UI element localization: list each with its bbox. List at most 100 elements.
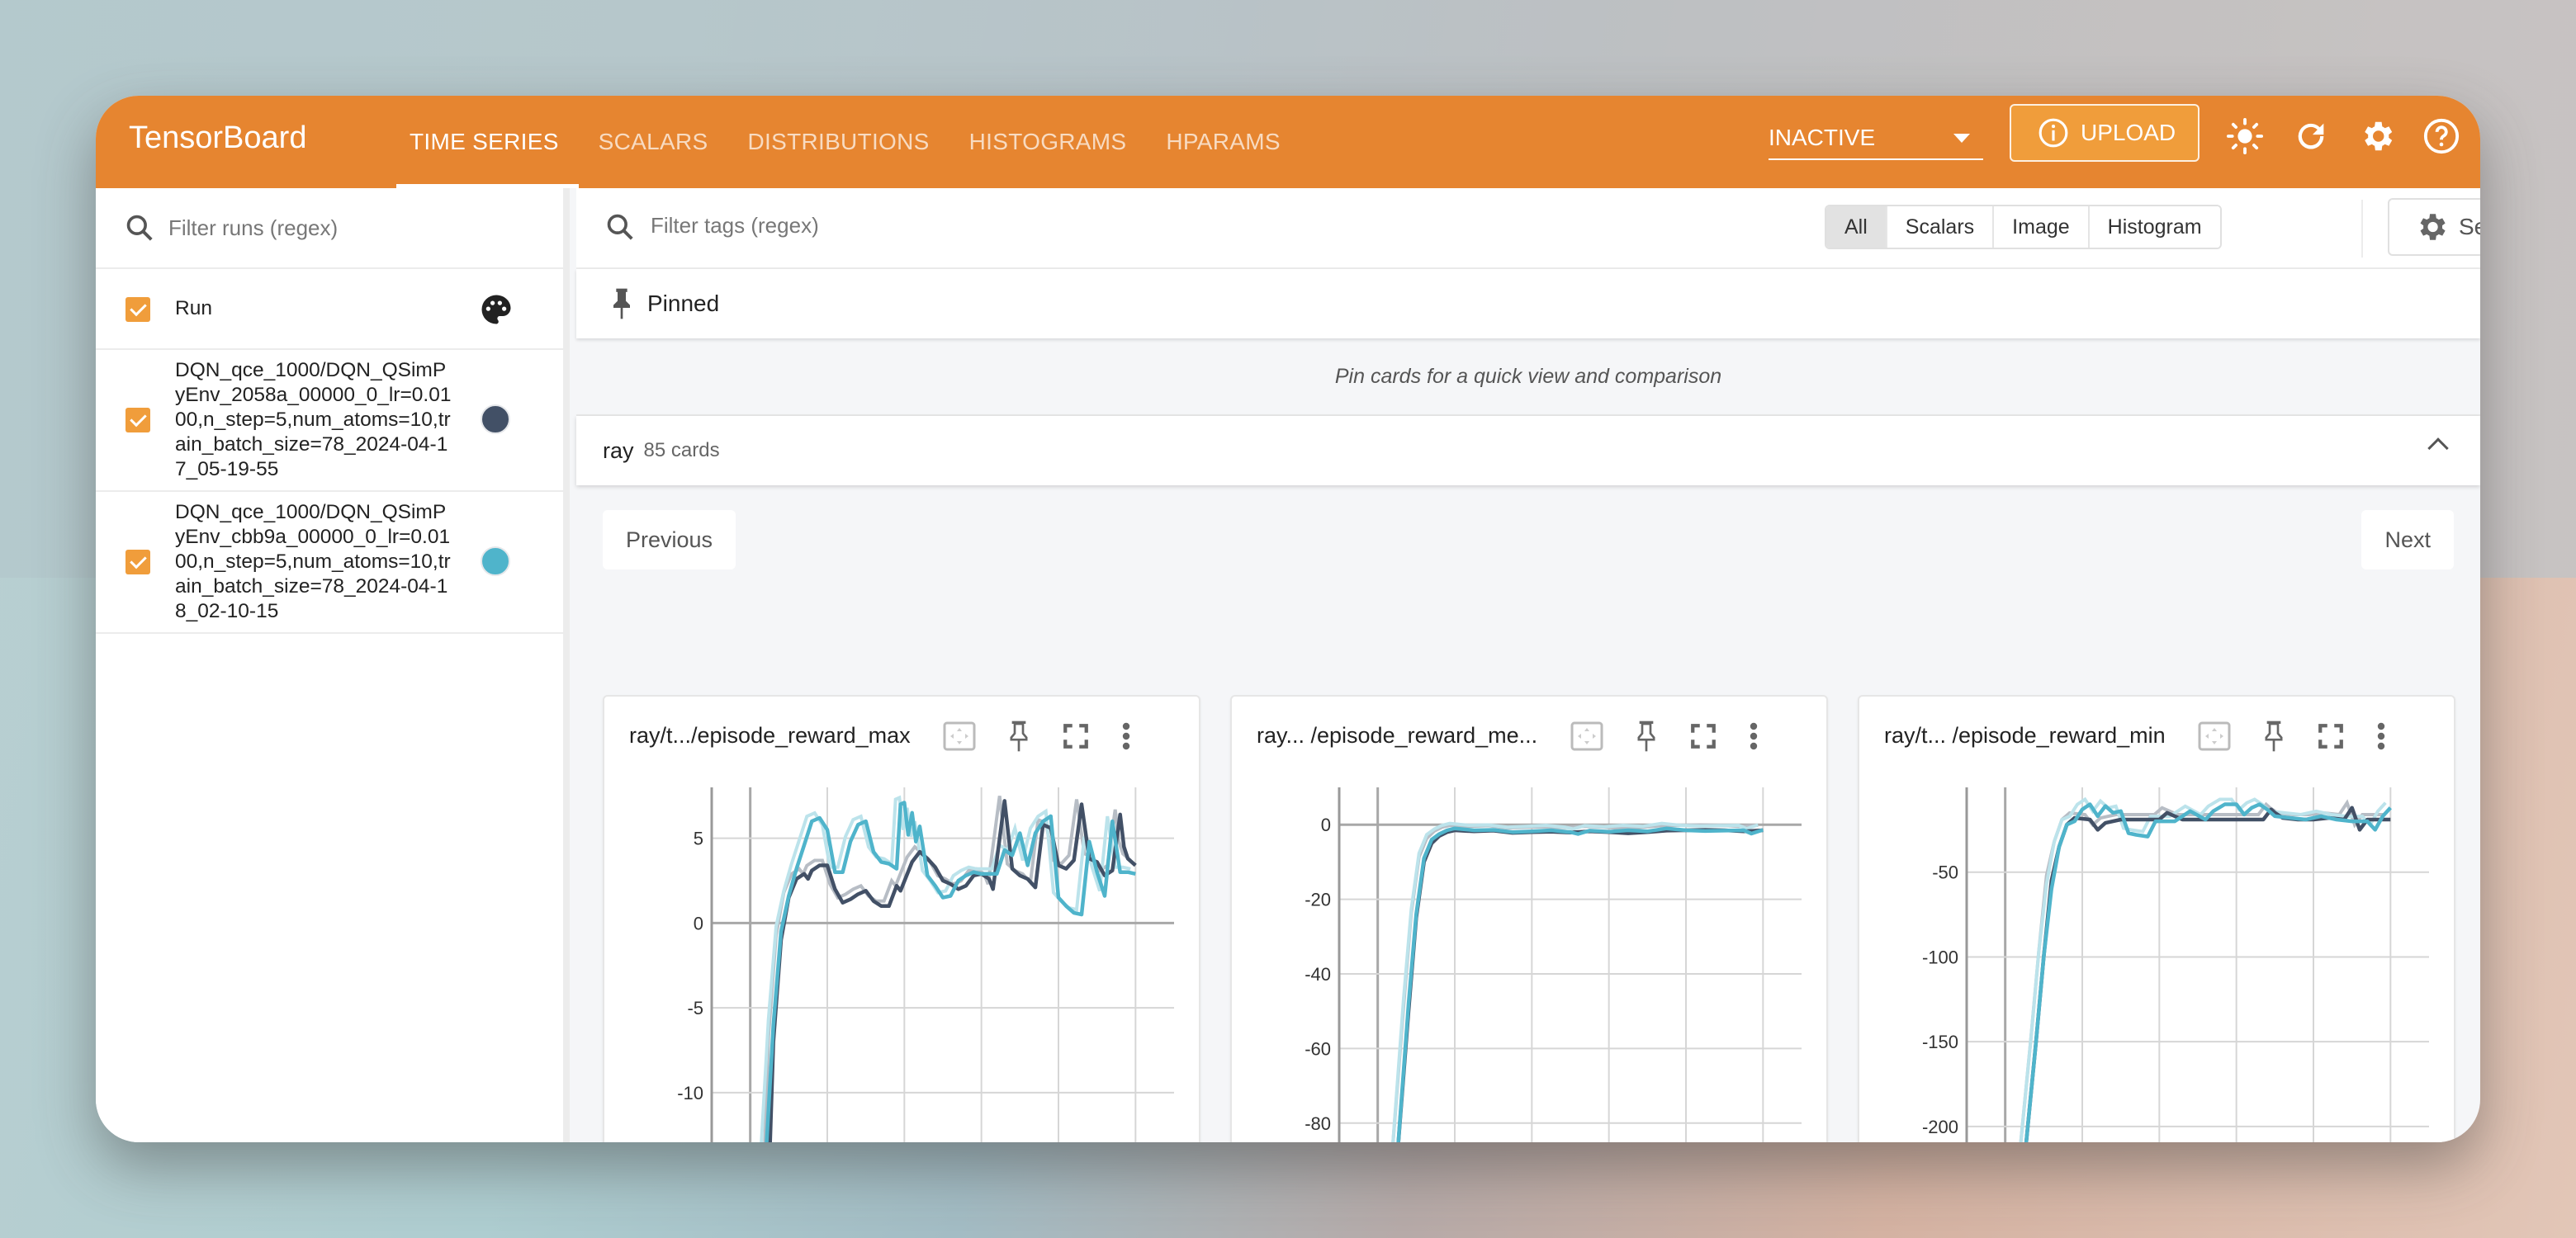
pinned-empty-message: Pin cards for a quick view and compariso… xyxy=(576,338,2480,416)
gear-icon[interactable] xyxy=(2358,117,2396,155)
run-row[interactable]: DQN_qce_1000/DQN_QSimPyEnv_cbb9a_00000_0… xyxy=(96,492,563,634)
more-vert-icon[interactable] xyxy=(1121,720,1131,753)
plugin-tabs: TIME SERIES SCALARS DISTRIBUTIONS HISTOG… xyxy=(390,96,1300,188)
fit-domain-icon[interactable] xyxy=(943,721,976,751)
chevron-up-icon[interactable] xyxy=(2427,437,2449,459)
card-toolbar xyxy=(1570,720,1759,753)
series-raw-line xyxy=(1391,823,1759,1142)
info-icon xyxy=(2039,118,2068,148)
sun-icon[interactable] xyxy=(2226,117,2264,155)
pin-icon xyxy=(613,288,630,319)
app-title: TensorBoard xyxy=(129,120,307,155)
scalar-chart[interactable]: 0 20k 40k 60k 80k 100k-200-150-100-50 xyxy=(1859,771,2457,1142)
series-raw-line xyxy=(2019,799,2386,1142)
toolbar-divider xyxy=(2361,200,2363,258)
run-checkbox[interactable] xyxy=(125,550,150,574)
y-tick-label: -10 xyxy=(677,1083,703,1103)
upload-label: UPLOAD xyxy=(2081,120,2176,145)
more-vert-icon[interactable] xyxy=(1749,720,1759,753)
filter-scalars-button[interactable]: Scalars xyxy=(1887,206,1995,248)
run-color-swatch[interactable] xyxy=(481,404,510,434)
main-dashboard: Filter tags (regex) All Scalars Image Hi… xyxy=(576,188,2480,1142)
series-line[interactable] xyxy=(765,801,1136,1143)
pin-icon[interactable] xyxy=(2262,720,2285,753)
tab-label: HPARAMS xyxy=(1166,129,1281,154)
run-name: DQN_qce_1000/DQN_QSimPyEnv_cbb9a_00000_0… xyxy=(175,501,451,622)
series-line[interactable] xyxy=(1396,826,1764,1142)
inactive-plugins-select[interactable]: INACTIVE xyxy=(1769,117,1983,160)
filter-image-button[interactable]: Image xyxy=(1994,206,2090,248)
tensorboard-window: TensorBoard TIME SERIES SCALARS DISTRIBU… xyxy=(96,96,2480,1142)
tab-hparams[interactable]: HPARAMS xyxy=(1146,96,1300,188)
filter-toolbar: Filter tags (regex) All Scalars Image Hi… xyxy=(576,188,2480,269)
runs-sidebar: Filter runs (regex) Run DQN_qce_1000/DQN… xyxy=(96,188,570,1142)
series-line[interactable] xyxy=(2024,806,2391,1142)
palette-icon[interactable] xyxy=(479,292,514,327)
fit-domain-icon[interactable] xyxy=(2198,721,2231,751)
run-checkbox[interactable] xyxy=(125,408,150,432)
series-line[interactable] xyxy=(1396,828,1764,1143)
runs-header-row: Run xyxy=(96,269,563,350)
scalar-chart[interactable]: 0 20k 40k 60k 80k 100k-80-60-40-200 xyxy=(1232,771,1830,1142)
previous-page-button[interactable]: Previous xyxy=(603,510,736,569)
card-group-header[interactable]: ray 85 cards xyxy=(576,416,2480,485)
y-tick-label: -50 xyxy=(1932,862,1958,883)
y-tick-label: 0 xyxy=(1321,815,1331,835)
select-value: INACTIVE xyxy=(1769,125,1876,150)
more-vert-icon[interactable] xyxy=(2376,720,2386,753)
fit-domain-icon[interactable] xyxy=(1570,721,1603,751)
y-tick-label: -40 xyxy=(1305,964,1331,985)
card-toolbar xyxy=(2198,720,2386,753)
y-tick-label: -150 xyxy=(1922,1032,1958,1052)
card-title: ray... /episode_reward_me... xyxy=(1257,723,1538,748)
filter-all-button[interactable]: All xyxy=(1826,206,1887,248)
tab-distributions[interactable]: DISTRIBUTIONS xyxy=(728,96,949,188)
run-name: DQN_qce_1000/DQN_QSimPyEnv_2058a_00000_0… xyxy=(175,359,452,480)
search-icon xyxy=(607,214,633,240)
tab-label: SCALARS xyxy=(598,129,708,154)
top-app-bar: TensorBoard TIME SERIES SCALARS DISTRIBU… xyxy=(96,96,2480,188)
y-tick-label: 5 xyxy=(694,829,703,849)
help-icon[interactable] xyxy=(2422,117,2460,155)
settings-button[interactable]: Settings xyxy=(2388,198,2480,256)
pin-icon[interactable] xyxy=(1635,720,1658,753)
settings-label: Settings xyxy=(2459,214,2480,239)
filter-runs-input[interactable]: Filter runs (regex) xyxy=(96,188,563,269)
y-tick-label: -100 xyxy=(1922,947,1958,967)
tab-scalars[interactable]: SCALARS xyxy=(579,96,728,188)
y-tick-label: -80 xyxy=(1305,1113,1331,1134)
scalar-card: ray/t.../episode_reward_max 0 20k 40k 60k 80… xyxy=(603,695,1200,1142)
refresh-icon[interactable] xyxy=(2292,117,2330,155)
select-all-runs-checkbox[interactable] xyxy=(125,297,150,322)
filter-runs-placeholder: Filter runs (regex) xyxy=(168,215,339,240)
tab-time-series[interactable]: TIME SERIES xyxy=(390,96,579,188)
fullscreen-icon[interactable] xyxy=(1062,722,1090,750)
run-column-header: Run xyxy=(175,297,212,319)
fullscreen-icon[interactable] xyxy=(1689,722,1717,750)
pinned-title: Pinned xyxy=(647,291,720,316)
fullscreen-icon[interactable] xyxy=(2317,722,2345,750)
series-raw-line xyxy=(2019,796,2387,1142)
tab-label: TIME SERIES xyxy=(410,129,559,154)
tab-histograms[interactable]: HISTOGRAMS xyxy=(949,96,1147,188)
card-title: ray/t... /episode_reward_min xyxy=(1884,723,2166,748)
scalar-chart[interactable]: 0 20k 40k 60k 80k 100k-10-505 xyxy=(604,771,1202,1142)
run-row[interactable]: DQN_qce_1000/DQN_QSimPyEnv_2058a_00000_0… xyxy=(96,350,563,492)
series-raw-line xyxy=(1391,821,1759,1142)
caret-down-icon xyxy=(1953,134,1970,143)
pin-icon[interactable] xyxy=(1007,720,1030,753)
series-line[interactable] xyxy=(2024,802,2392,1143)
next-page-button[interactable]: Next xyxy=(2361,510,2454,569)
series-line[interactable] xyxy=(768,799,1137,1142)
y-tick-label: -20 xyxy=(1305,890,1331,910)
run-color-swatch[interactable] xyxy=(481,546,510,576)
filter-histogram-button[interactable]: Histogram xyxy=(2089,206,2220,248)
upload-button[interactable]: UPLOAD xyxy=(2010,104,2200,162)
y-tick-label: -200 xyxy=(1922,1117,1958,1137)
pagination: Previous Next xyxy=(576,485,2480,584)
y-tick-label: -60 xyxy=(1305,1038,1331,1059)
card-type-filter: All Scalars Image Histogram xyxy=(1825,205,2222,249)
y-tick-label: 0 xyxy=(694,913,703,933)
search-icon xyxy=(126,215,153,241)
filter-tags-input[interactable]: Filter tags (regex) xyxy=(651,213,819,239)
